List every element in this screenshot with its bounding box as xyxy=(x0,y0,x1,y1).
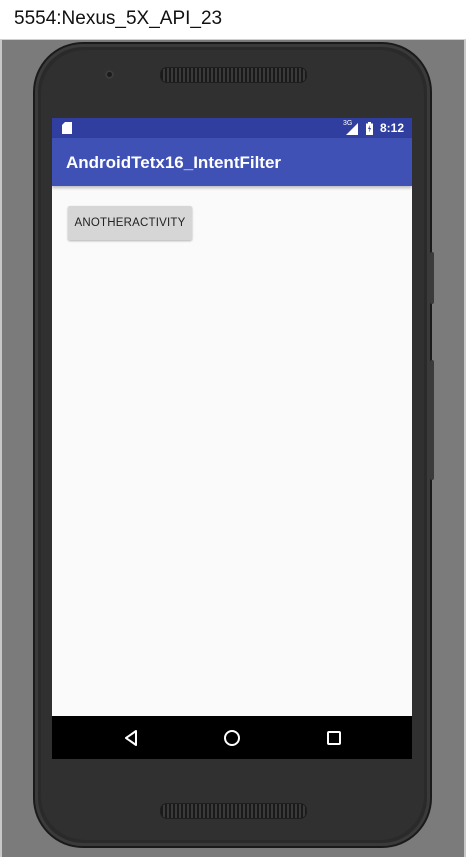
activity-content: ANOTHERACTIVITY xyxy=(52,186,412,716)
status-clock: 8:12 xyxy=(380,121,405,135)
back-icon[interactable] xyxy=(119,726,143,750)
home-icon[interactable] xyxy=(220,726,244,750)
volume-button[interactable] xyxy=(430,360,434,480)
navigation-bar xyxy=(52,716,412,759)
recents-icon[interactable] xyxy=(322,726,346,750)
device-screen: 3G 8:12 AndroidTetx16_IntentFilter ANOTH… xyxy=(52,118,412,759)
sd-card-icon xyxy=(62,122,72,134)
bottom-speaker-grille xyxy=(160,803,307,819)
app-title: AndroidTetx16_IntentFilter xyxy=(66,153,282,172)
status-bar: 3G 8:12 xyxy=(52,118,412,138)
battery-icon xyxy=(366,122,373,135)
signal-icon xyxy=(346,123,358,135)
power-button[interactable] xyxy=(430,252,434,304)
app-bar: AndroidTetx16_IntentFilter xyxy=(52,138,412,186)
front-camera xyxy=(105,70,114,79)
top-speaker-grille xyxy=(160,67,307,83)
another-activity-button[interactable]: ANOTHERACTIVITY xyxy=(68,206,192,240)
emulator-window-title: 5554:Nexus_5X_API_23 xyxy=(14,8,223,29)
emulator-title-bar[interactable]: 5554:Nexus_5X_API_23 xyxy=(0,0,466,40)
